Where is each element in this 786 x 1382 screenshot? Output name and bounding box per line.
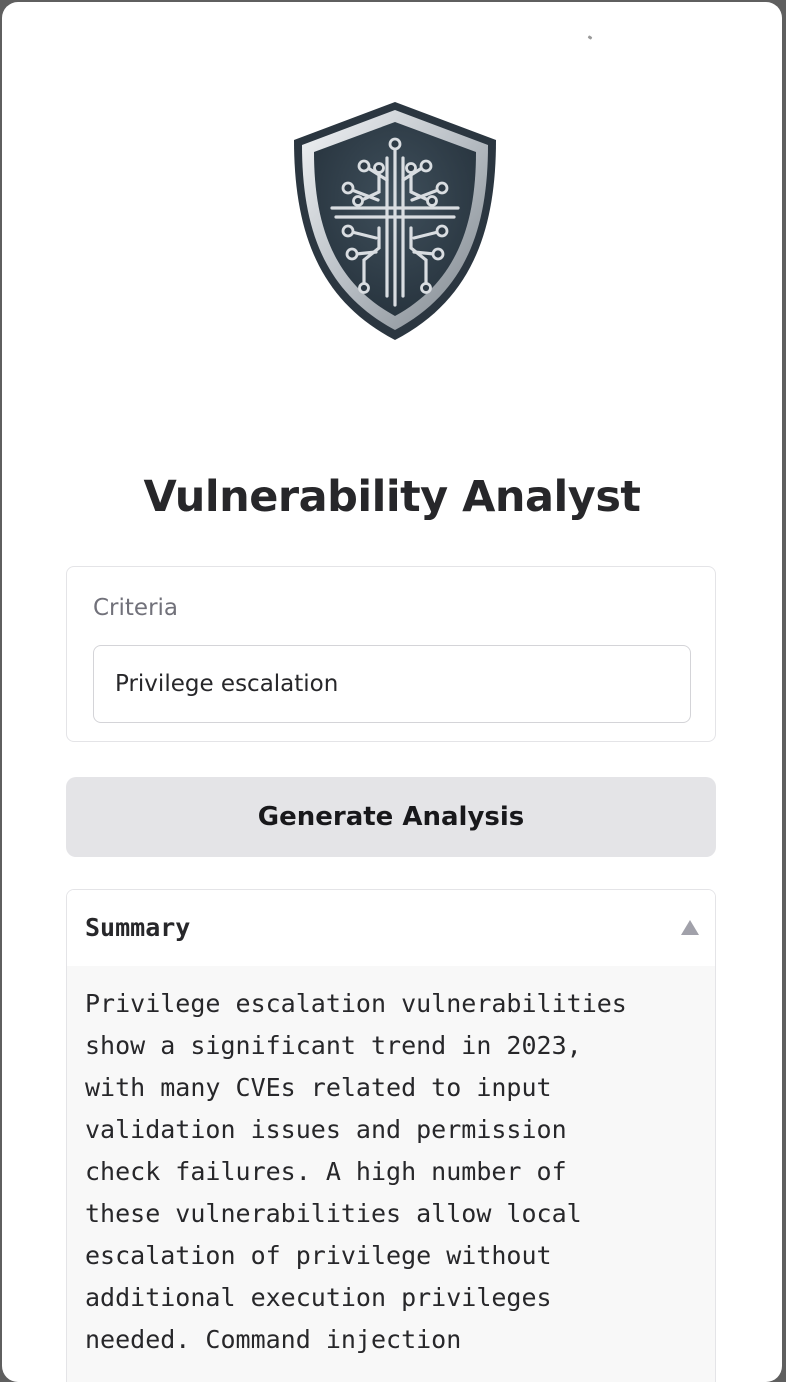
criteria-panel: Criteria bbox=[66, 566, 716, 742]
criteria-input[interactable] bbox=[93, 645, 691, 723]
summary-header[interactable]: Summary bbox=[67, 890, 715, 966]
page-title: Vulnerability Analyst bbox=[143, 472, 641, 522]
generate-analysis-button[interactable]: Generate Analysis bbox=[66, 777, 716, 857]
shield-circuit-icon bbox=[294, 102, 496, 340]
criteria-label: Criteria bbox=[93, 595, 179, 621]
summary-panel: Summary Privilege escalation vulnerabili… bbox=[66, 889, 716, 1382]
triangle-up-icon[interactable] bbox=[681, 920, 699, 935]
decorative-speck bbox=[587, 35, 593, 40]
summary-title: Summary bbox=[85, 913, 191, 942]
summary-text: Privilege escalation vulnerabilities sho… bbox=[85, 989, 627, 1354]
app-window: Vulnerability Analyst Criteria Generate … bbox=[2, 2, 782, 1382]
summary-body: Privilege escalation vulnerabilities sho… bbox=[67, 966, 715, 1382]
